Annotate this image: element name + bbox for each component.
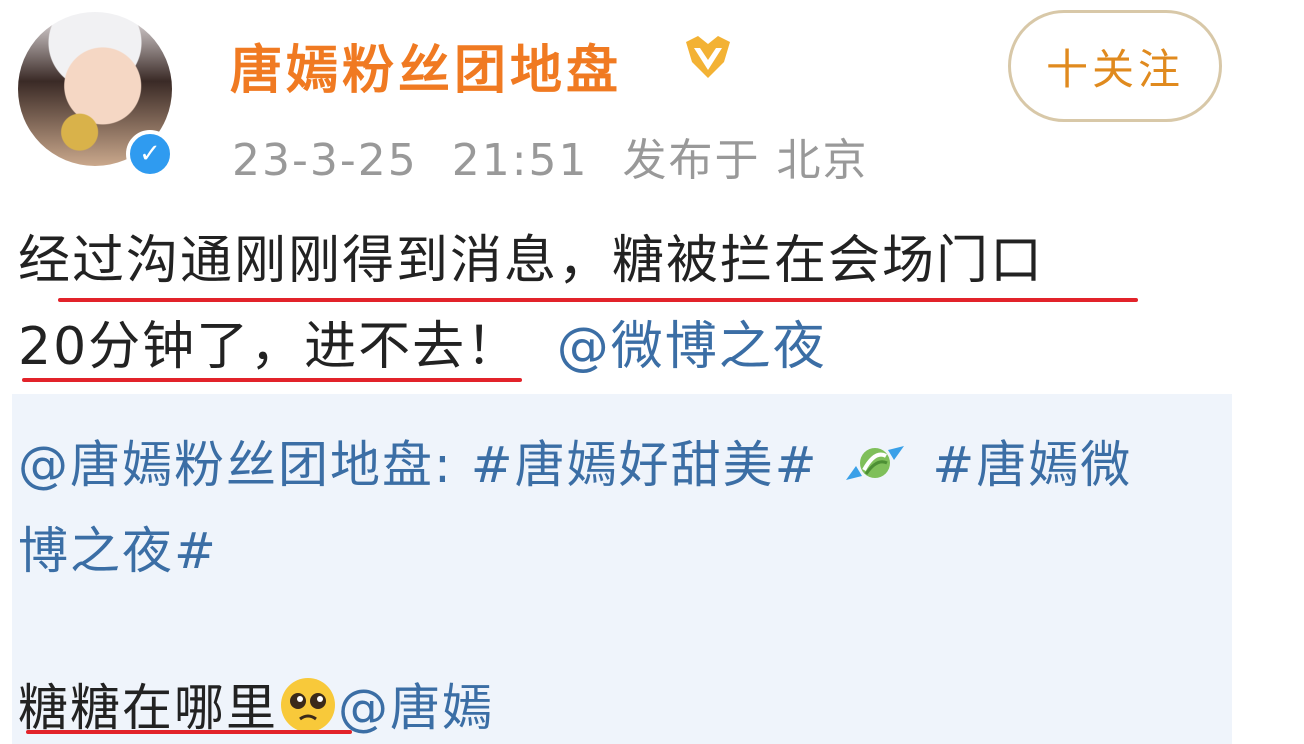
post-body: 经过沟通刚刚得到消息，糖被拦在会场门口 20分钟了，进不去！ @微博之夜 [18, 218, 1288, 390]
post-line-1-text: 经过沟通刚刚得到消息，糖被拦在会场门口 [18, 231, 1045, 291]
footer-text: 糖糖在哪里 [18, 679, 278, 737]
mention-link[interactable]: @微博之夜 [557, 317, 827, 377]
highlight-underline-1 [58, 298, 1138, 302]
vip-badge-icon [686, 36, 730, 78]
verified-icon: ✓ [126, 130, 174, 178]
pleading-face-emoji-icon [281, 678, 335, 732]
highlight-underline-2 [22, 378, 522, 382]
highlight-underline-3 [26, 730, 352, 734]
post-line-2-text: 20分钟了，进不去！ [18, 317, 521, 377]
candy-emoji-icon [846, 446, 905, 480]
footer-mention[interactable]: @唐嫣 [338, 679, 494, 737]
username[interactable]: 唐嫣粉丝团地盘 [230, 28, 622, 103]
repost-line-1: @唐嫣粉丝团地盘: #唐嫣好甜美# #唐嫣微 [18, 422, 1218, 508]
post-time: 21:51 [451, 135, 589, 186]
avatar[interactable]: ✓ [18, 12, 174, 178]
post-date: 23-3-25 [232, 135, 418, 186]
repost-line-2[interactable]: 博之夜# [18, 508, 1218, 594]
post-line-1: 经过沟通刚刚得到消息，糖被拦在会场门口 [18, 218, 1288, 304]
follow-button[interactable]: 十关注 [1008, 10, 1222, 122]
repost-text: @唐嫣粉丝团地盘: #唐嫣好甜美# #唐嫣微 博之夜# [18, 422, 1218, 594]
post-meta: 23-3-25 21:51 发布于 北京 [232, 124, 869, 188]
post-location: 发布于 北京 [622, 135, 869, 186]
repost-line-1-prefix[interactable]: @唐嫣粉丝团地盘: #唐嫣好甜美# [18, 436, 819, 494]
repost-line-1-suffix[interactable]: #唐嫣微 [932, 436, 1132, 494]
